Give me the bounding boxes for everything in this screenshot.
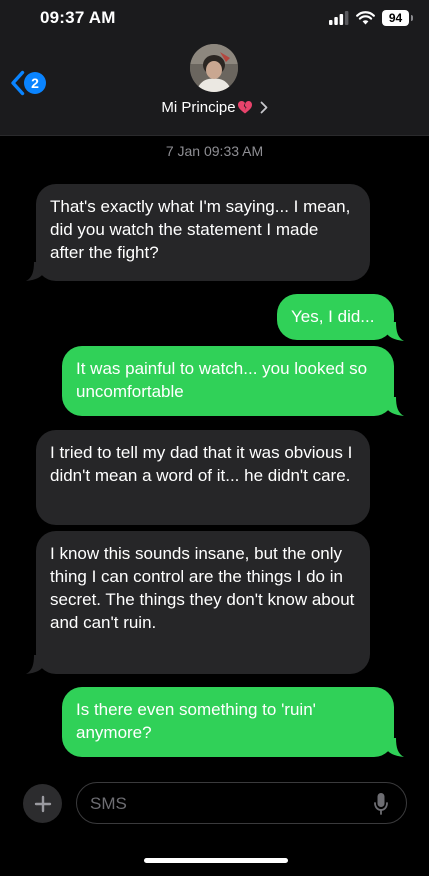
status-time: 09:37 AM: [40, 8, 116, 27]
message-outgoing[interactable]: It was painful to watch... you looked so…: [62, 346, 394, 416]
status-icons: 94: [329, 8, 413, 28]
message-incoming[interactable]: I know this sounds insane, but the only …: [36, 531, 370, 674]
input-placeholder: SMS: [90, 794, 127, 813]
messages-screen: 09:37 AM 94 2 Mi Principe 7 Jan 09:33 AM…: [0, 0, 429, 876]
microphone-icon[interactable]: [374, 792, 388, 816]
contact-avatar[interactable]: [190, 44, 238, 92]
message-text: It was painful to watch... you looked so…: [76, 359, 368, 401]
message-text: I tried to tell my dad that it was obvio…: [50, 443, 353, 485]
broken-heart-icon: [237, 101, 252, 114]
signal-icon: [329, 11, 349, 25]
avatar-photo: [190, 44, 238, 92]
home-indicator[interactable]: [144, 858, 288, 863]
conversation-timestamp: 7 Jan 09:33 AM: [165, 143, 264, 159]
contact-name: Mi Principe: [161, 99, 236, 116]
message-text: That's exactly what I'm saying... I mean…: [50, 197, 351, 262]
plus-icon: [34, 795, 51, 812]
message-incoming[interactable]: That's exactly what I'm saying... I mean…: [36, 184, 370, 281]
message-text: Yes, I did...: [291, 307, 375, 326]
message-incoming[interactable]: I tried to tell my dad that it was obvio…: [36, 430, 370, 525]
contact-details-button[interactable]: Mi Principe: [0, 99, 429, 116]
add-attachment-button[interactable]: [23, 784, 62, 823]
chevron-right-icon: [260, 101, 267, 114]
wifi-icon: [356, 11, 375, 25]
battery-icon: 94: [382, 10, 413, 26]
message-text: I know this sounds insane, but the only …: [50, 544, 355, 632]
unread-count-badge: 2: [24, 72, 46, 94]
status-bar: 09:37 AM 94: [0, 0, 429, 36]
message-input[interactable]: SMS: [76, 782, 407, 824]
message-outgoing[interactable]: Is there even something to 'ruin' anymor…: [62, 687, 394, 757]
message-outgoing[interactable]: Yes, I did...: [277, 294, 394, 340]
conversation-header: 09:37 AM 94 2 Mi Principe: [0, 0, 429, 136]
back-button[interactable]: 2: [10, 70, 46, 96]
message-text: Is there even something to 'ruin' anymor…: [76, 700, 316, 742]
battery-level: 94: [388, 11, 403, 25]
